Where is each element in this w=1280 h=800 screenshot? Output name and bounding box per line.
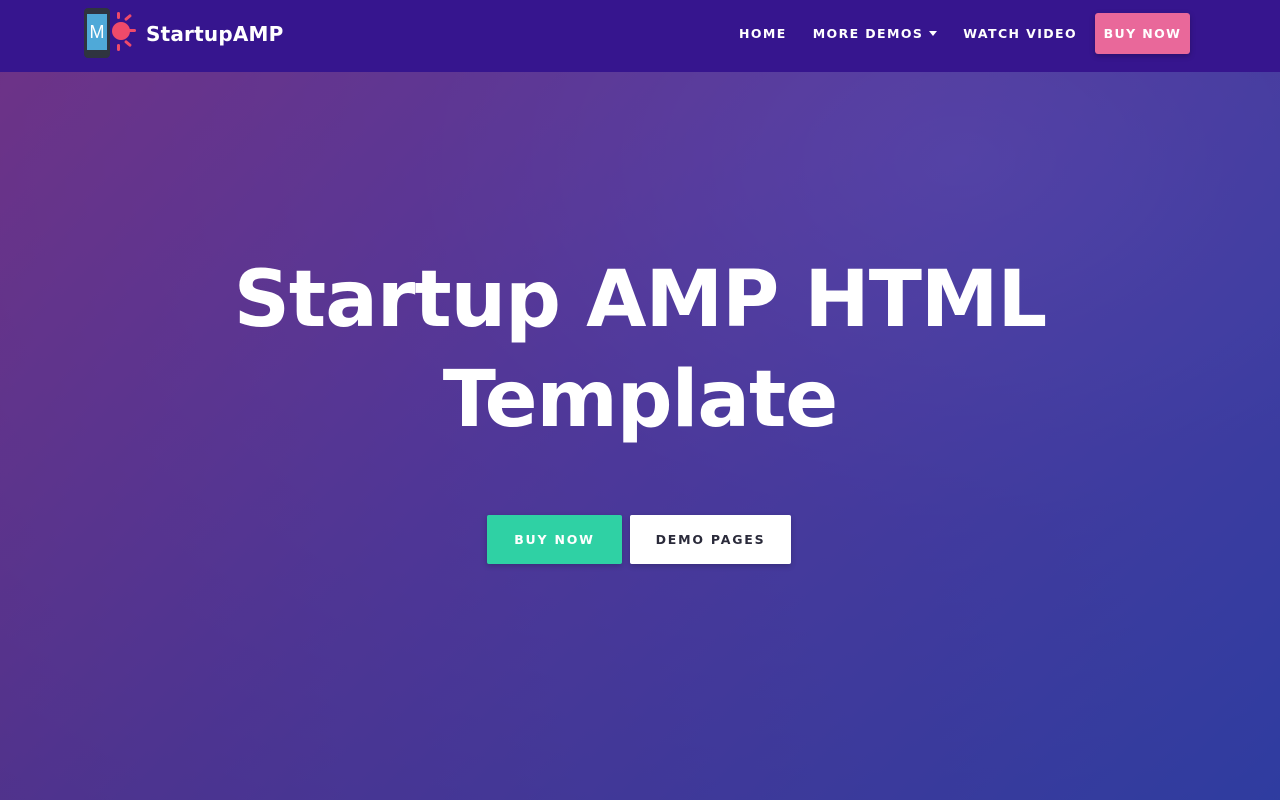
brand-name: StartupAMP <box>146 22 284 46</box>
hero-title: Startup AMP HTML Template <box>233 255 1047 445</box>
nav-menu: HOME MORE DEMOS WATCH VIDEO BUY NOW <box>713 13 1190 54</box>
navbar: M StartupAMP HOME MORE DEMOS WATCH VIDEO <box>0 0 1280 72</box>
nav-link-label: WATCH VIDEO <box>963 26 1077 41</box>
chevron-down-icon <box>929 31 938 36</box>
demo-pages-button[interactable]: DEMO PAGES <box>630 515 791 564</box>
phone-icon: M <box>84 8 110 58</box>
nav-link-watch-video[interactable]: WATCH VIDEO <box>963 26 1077 41</box>
nav-buy-now-button[interactable]: BUY NOW <box>1095 13 1190 54</box>
page: M StartupAMP HOME MORE DEMOS WATCH VIDEO <box>0 0 1280 800</box>
nav-link-label: MORE DEMOS <box>812 26 924 41</box>
logo-icon: M <box>84 8 136 60</box>
nav-link-home[interactable]: HOME <box>739 26 787 41</box>
hero-buttons: BUY NOW DEMO PAGES <box>487 515 791 564</box>
nav-link-label: HOME <box>739 26 787 41</box>
nav-link-more-demos[interactable]: MORE DEMOS <box>813 26 938 41</box>
logo-letter: M <box>87 14 107 50</box>
hero: Startup AMP HTML Template BUY NOW DEMO P… <box>0 250 1280 564</box>
brand-link[interactable]: M StartupAMP <box>84 8 283 60</box>
hero-buy-now-button[interactable]: BUY NOW <box>487 515 622 564</box>
